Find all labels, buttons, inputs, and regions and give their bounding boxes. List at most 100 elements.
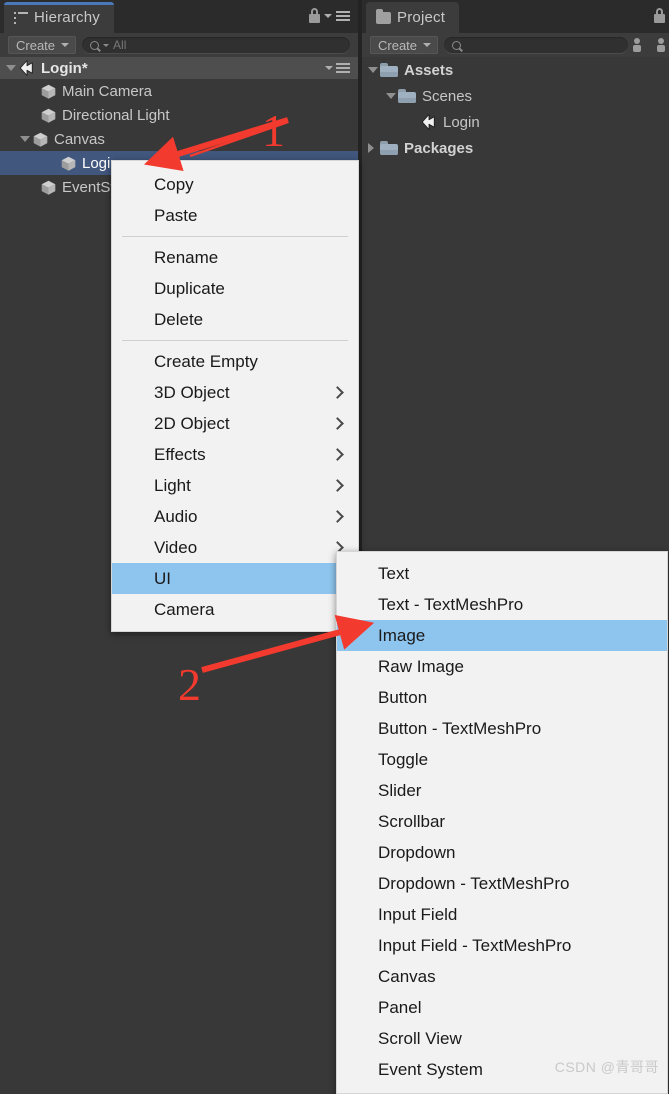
person-icon[interactable] [625,37,641,52]
context-menu-item-video[interactable]: Video [112,532,358,563]
project-item-label: Scenes [422,87,473,105]
cube-icon [40,179,57,196]
context-menu-item-copy[interactable]: Copy [112,169,358,200]
chevron-down-icon[interactable] [386,93,396,99]
context-menu-item-3d-object[interactable]: 3D Object [112,377,358,408]
ui-submenu-item-label: Image [378,625,426,645]
ui-submenu-item-image[interactable]: Image [337,620,667,651]
chevron-down-icon[interactable] [6,65,16,71]
hamburger-menu-icon[interactable] [336,11,350,22]
ui-submenu-item-canvas[interactable]: Canvas [337,961,667,992]
tree-toggle-placeholder [28,86,38,96]
ui-submenu-item-raw-image[interactable]: Raw Image [337,651,667,682]
hierarchy-tabstrip: Hierarchy [0,0,358,33]
hierarchy-item-label: Canvas [54,130,105,148]
ui-submenu-item-slider[interactable]: Slider [337,775,667,806]
ui-submenu-item-scrollbar[interactable]: Scrollbar [337,806,667,837]
context-menu-separator [122,236,348,237]
context-menu-item-paste[interactable]: Paste [112,200,358,231]
hierarchy-item-label: Main Camera [62,82,153,100]
chevron-right-icon[interactable] [368,143,374,153]
chevron-down-icon[interactable] [324,14,332,18]
tree-toggle-placeholder [28,110,38,120]
project-create-button[interactable]: Create [370,36,439,54]
context-menu-item-camera[interactable]: Camera [112,594,358,625]
context-menu-item-delete[interactable]: Delete [112,304,358,335]
context-menu-item-ui[interactable]: UI [112,563,358,594]
hierarchy-scene-row[interactable]: Login* [0,57,358,79]
unity-scene-icon [18,59,36,77]
ui-submenu-item-button[interactable]: Button [337,682,667,713]
project-create-label: Create [378,37,418,53]
project-tabstrip: Project [362,0,669,33]
ui-submenu-item-label: Toggle [378,749,429,769]
context-menu-item-light[interactable]: Light [112,470,358,501]
context-menu-item-label: Rename [154,247,219,267]
ui-submenu-item-panel[interactable]: Panel [337,992,667,1023]
chevron-down-icon[interactable] [325,66,333,70]
ui-submenu-item-label: Input Field [378,904,458,924]
lock-icon[interactable] [654,8,665,23]
person-icon[interactable] [649,37,665,52]
hierarchy-create-label: Create [16,37,56,53]
ui-submenu-item-label: Dropdown [378,842,456,862]
context-menu-item-label: Duplicate [154,278,225,298]
ui-submenu-item-button-textmeshpro[interactable]: Button - TextMeshPro [337,713,667,744]
cube-icon [60,155,77,172]
project-item-assets[interactable]: Assets [362,57,669,83]
project-item-packages[interactable]: Packages [362,135,669,161]
project-item-label: Login [443,113,480,131]
context-menu-item-label: 2D Object [154,413,230,433]
chevron-right-icon [331,479,344,492]
ui-submenu-item-text[interactable]: Text [337,558,667,589]
context-menu-item-label: Create Empty [154,351,258,371]
ui-submenu-item-input-field-textmeshpro[interactable]: Input Field - TextMeshPro [337,930,667,961]
project-search-input[interactable] [444,37,629,53]
chevron-down-icon[interactable] [20,136,30,142]
folder-icon [380,63,398,77]
context-menu-item-label: Video [154,537,198,557]
ui-submenu-item-label: Text - TextMeshPro [378,594,524,614]
hamburger-menu-icon[interactable] [336,63,350,74]
ui-submenu-item-input-field[interactable]: Input Field [337,899,667,930]
tab-hierarchy[interactable]: Hierarchy [4,2,114,33]
ui-submenu-item-scroll-view[interactable]: Scroll View [337,1023,667,1054]
ui-submenu-item-label: Scrollbar [378,811,446,831]
project-item-label: Packages [404,139,474,157]
context-menu-item-rename[interactable]: Rename [112,242,358,273]
tree-toggle-placeholder [48,158,58,168]
cube-icon [40,83,57,100]
project-item-scenes[interactable]: Scenes [362,83,669,109]
chevron-down-icon[interactable] [368,67,378,73]
lock-icon[interactable] [309,8,320,23]
ui-submenu-item-text-textmeshpro[interactable]: Text - TextMeshPro [337,589,667,620]
ui-submenu-item-label: Canvas [378,966,436,986]
tab-project[interactable]: Project [366,2,460,33]
hierarchy-scene-name: Login* [41,59,88,77]
hierarchy-create-button[interactable]: Create [8,36,77,54]
hierarchy-toolbar: Create All [0,33,358,57]
hierarchy-item-main-camera[interactable]: Main Camera [0,79,358,103]
hierarchy-item-directional-light[interactable]: Directional Light [0,103,358,127]
folder-icon [380,141,398,155]
chevron-right-icon [331,448,344,461]
context-menu-item-label: Audio [154,506,198,526]
project-tree: Assets Scenes Login Packages [362,57,669,161]
context-menu-item-effects[interactable]: Effects [112,439,358,470]
hierarchy-item-canvas[interactable]: Canvas [0,127,358,151]
context-menu-item-duplicate[interactable]: Duplicate [112,273,358,304]
hierarchy-search-input[interactable]: All [82,37,351,53]
ui-submenu-item-label: Raw Image [378,656,464,676]
context-menu-item-create-empty[interactable]: Create Empty [112,346,358,377]
ui-submenu-item-dropdown[interactable]: Dropdown [337,837,667,868]
ui-submenu-item-dropdown-textmeshpro[interactable]: Dropdown - TextMeshPro [337,868,667,899]
context-menu-item-2d-object[interactable]: 2D Object [112,408,358,439]
context-menu-item-audio[interactable]: Audio [112,501,358,532]
ui-submenu-item-toggle[interactable]: Toggle [337,744,667,775]
ui-submenu[interactable]: Text Text - TextMeshPro Image Raw Image … [336,551,668,1094]
project-item-login-scene[interactable]: Login [362,109,669,135]
gameobject-context-menu[interactable]: Copy Paste Rename Duplicate Delete Creat… [111,160,359,632]
hierarchy-icon [14,11,28,24]
ui-submenu-item-label: Dropdown - TextMeshPro [378,873,570,893]
chevron-right-icon [331,386,344,399]
